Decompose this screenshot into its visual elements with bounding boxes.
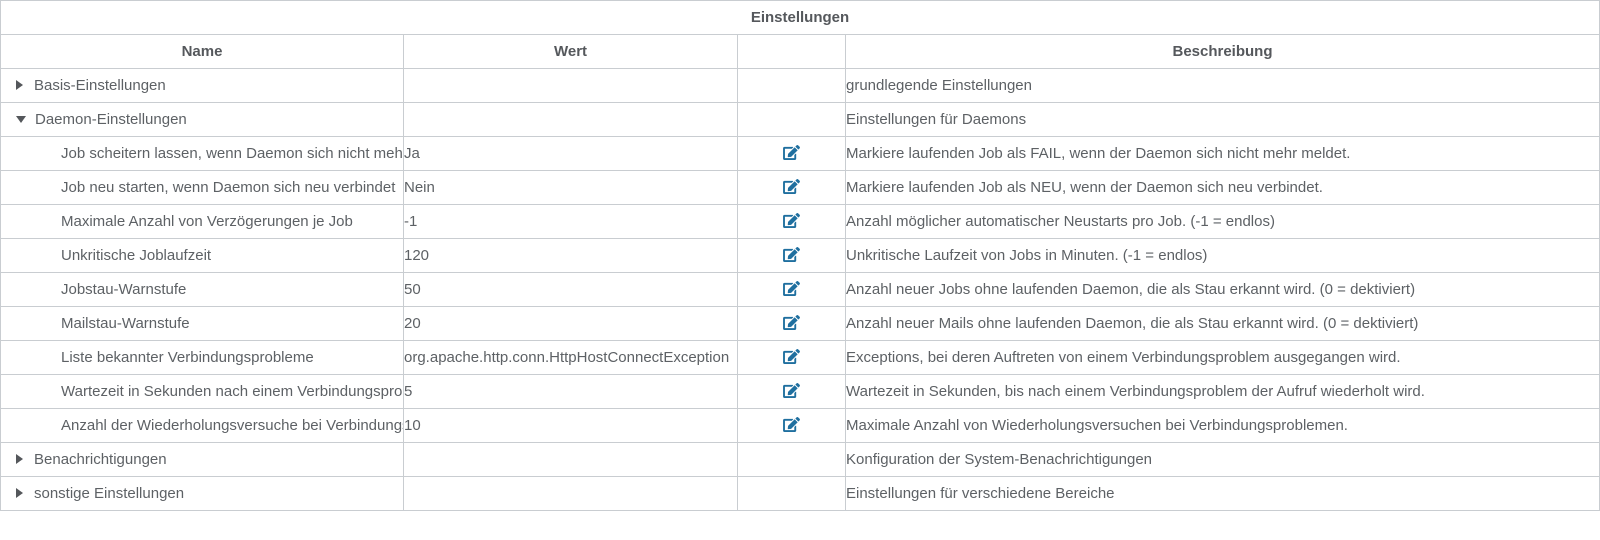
- table-row-setting: Mailstau-Warnstufe 20 Anzahl neuer Mails…: [1, 307, 1600, 341]
- edit-button[interactable]: [779, 347, 804, 366]
- setting-name: Unkritische Joblaufzeit: [1, 239, 404, 273]
- edit-button[interactable]: [779, 177, 804, 196]
- edit-icon: [783, 386, 800, 401]
- table-row-group[interactable]: Basis-Einstellungen grundlegende Einstel…: [1, 69, 1600, 103]
- setting-value: 120: [404, 239, 738, 273]
- expand-collapsed-icon[interactable]: [16, 488, 23, 498]
- setting-name: Anzahl der Wiederholungsversuche bei Ver…: [1, 409, 404, 443]
- table-row-setting: Jobstau-Warnstufe 50 Anzahl neuer Jobs o…: [1, 273, 1600, 307]
- edit-icon: [783, 216, 800, 231]
- edit-icon: [783, 352, 800, 367]
- setting-value: 5: [404, 375, 738, 409]
- column-header-edit: [738, 35, 846, 69]
- settings-table: Einstellungen Name Wert Beschreibung Bas…: [0, 0, 1600, 511]
- setting-name: Liste bekannter Verbindungsprobleme: [1, 341, 404, 375]
- setting-value: 50: [404, 273, 738, 307]
- table-row-setting: Wartezeit in Sekunden nach einem Verbind…: [1, 375, 1600, 409]
- expand-collapsed-icon[interactable]: [16, 454, 23, 464]
- table-row-setting: Maximale Anzahl von Verzögerungen je Job…: [1, 205, 1600, 239]
- edit-cell: [738, 477, 846, 511]
- expand-expanded-icon[interactable]: [16, 116, 26, 123]
- edit-icon: [783, 420, 800, 435]
- setting-description: Unkritische Laufzeit von Jobs in Minuten…: [846, 239, 1600, 273]
- setting-description: Anzahl neuer Mails ohne laufenden Daemon…: [846, 307, 1600, 341]
- table-row-setting: Anzahl der Wiederholungsversuche bei Ver…: [1, 409, 1600, 443]
- setting-description: Markiere laufenden Job als NEU, wenn der…: [846, 171, 1600, 205]
- edit-button[interactable]: [779, 211, 804, 230]
- table-row-setting: Job neu starten, wenn Daemon sich neu ve…: [1, 171, 1600, 205]
- table-title: Einstellungen: [1, 1, 1600, 35]
- setting-value: [404, 69, 738, 103]
- edit-button[interactable]: [779, 279, 804, 298]
- column-header-name: Name: [1, 35, 404, 69]
- edit-icon: [783, 182, 800, 197]
- edit-button[interactable]: [779, 415, 804, 434]
- setting-description: Wartezeit in Sekunden, bis nach einem Ve…: [846, 375, 1600, 409]
- expand-collapsed-icon[interactable]: [16, 80, 23, 90]
- table-row-group[interactable]: Benachrichtigungen Konfiguration der Sys…: [1, 443, 1600, 477]
- group-name: Basis-Einstellungen: [34, 77, 166, 94]
- setting-name: Maximale Anzahl von Verzögerungen je Job: [1, 205, 404, 239]
- setting-description: Einstellungen für verschiedene Bereiche: [846, 477, 1600, 511]
- table-header-row: Name Wert Beschreibung: [1, 35, 1600, 69]
- setting-description: Exceptions, bei deren Auftreten von eine…: [846, 341, 1600, 375]
- setting-value: 20: [404, 307, 738, 341]
- setting-description: Maximale Anzahl von Wiederholungsversuch…: [846, 409, 1600, 443]
- edit-icon: [783, 250, 800, 265]
- setting-description: grundlegende Einstellungen: [846, 69, 1600, 103]
- setting-value: Nein: [404, 171, 738, 205]
- setting-name: Job neu starten, wenn Daemon sich neu ve…: [1, 171, 404, 205]
- setting-name: Wartezeit in Sekunden nach einem Verbind…: [1, 375, 404, 409]
- setting-description: Markiere laufenden Job als FAIL, wenn de…: [846, 137, 1600, 171]
- edit-icon: [783, 318, 800, 333]
- edit-button[interactable]: [779, 245, 804, 264]
- edit-cell: [738, 69, 846, 103]
- table-row-group[interactable]: Daemon-Einstellungen Einstellungen für D…: [1, 103, 1600, 137]
- setting-description: Konfiguration der System-Benachrichtigun…: [846, 443, 1600, 477]
- group-name: sonstige Einstellungen: [34, 485, 184, 502]
- setting-value: 10: [404, 409, 738, 443]
- edit-button[interactable]: [779, 143, 804, 162]
- setting-value: org.apache.http.conn.HttpHostConnectExce…: [404, 341, 738, 375]
- setting-description: Anzahl möglicher automatischer Neustarts…: [846, 205, 1600, 239]
- column-header-wert: Wert: [404, 35, 738, 69]
- table-row-group[interactable]: sonstige Einstellungen Einstellungen für…: [1, 477, 1600, 511]
- setting-value: [404, 477, 738, 511]
- edit-cell: [738, 443, 846, 477]
- setting-name: Jobstau-Warnstufe: [1, 273, 404, 307]
- setting-value: [404, 443, 738, 477]
- setting-value: Ja: [404, 137, 738, 171]
- table-title-row: Einstellungen: [1, 1, 1600, 35]
- group-name: Daemon-Einstellungen: [35, 111, 187, 128]
- edit-cell: [738, 103, 846, 137]
- edit-button[interactable]: [779, 381, 804, 400]
- table-row-setting: Liste bekannter Verbindungsprobleme org.…: [1, 341, 1600, 375]
- setting-value: -1: [404, 205, 738, 239]
- setting-name: Mailstau-Warnstufe: [1, 307, 404, 341]
- setting-name: Job scheitern lassen, wenn Daemon sich n…: [1, 137, 404, 171]
- group-name: Benachrichtigungen: [34, 451, 167, 468]
- column-header-beschreibung: Beschreibung: [846, 35, 1600, 69]
- edit-icon: [783, 284, 800, 299]
- setting-description: Anzahl neuer Jobs ohne laufenden Daemon,…: [846, 273, 1600, 307]
- setting-description: Einstellungen für Daemons: [846, 103, 1600, 137]
- edit-icon: [783, 148, 800, 163]
- table-row-setting: Job scheitern lassen, wenn Daemon sich n…: [1, 137, 1600, 171]
- table-row-setting: Unkritische Joblaufzeit 120 Unkritische …: [1, 239, 1600, 273]
- edit-button[interactable]: [779, 313, 804, 332]
- setting-value: [404, 103, 738, 137]
